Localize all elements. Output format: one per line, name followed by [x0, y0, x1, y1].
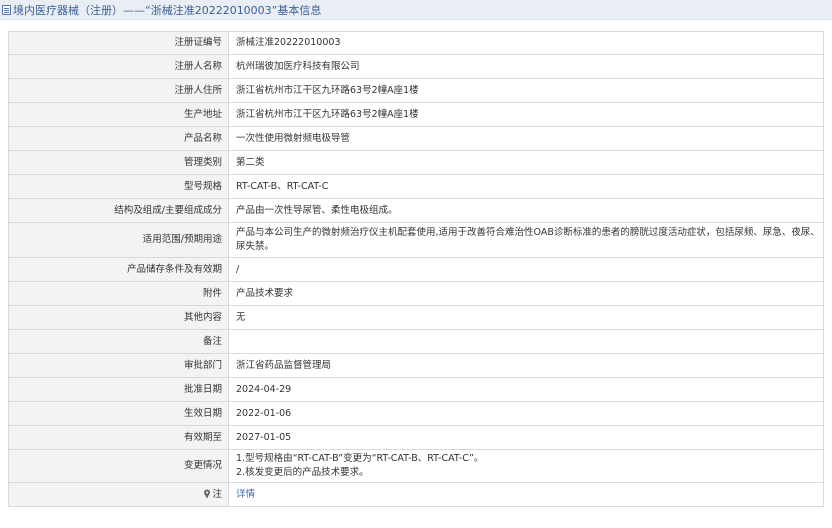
row-value	[228, 329, 824, 354]
table-row: 有效期至 2027-01-05	[8, 425, 824, 450]
row-value: 2024-04-29	[228, 377, 824, 402]
row-value: 一次性使用微射频电极导管	[228, 126, 824, 151]
row-value: 杭州瑞彼加医疗科技有限公司	[228, 54, 824, 79]
table-row: 注册人名称 杭州瑞彼加医疗科技有限公司	[8, 54, 824, 79]
row-label: 附件	[8, 281, 229, 306]
page-header: 境内医疗器械（注册）——“浙械注准20222010003”基本信息	[0, 0, 832, 20]
row-label: 其他内容	[8, 305, 229, 330]
table-row: 产品储存条件及有效期 /	[8, 257, 824, 282]
table-row: 备注	[8, 329, 824, 354]
row-value: 产品技术要求	[228, 281, 824, 306]
row-value: 浙江省杭州市江干区九环路63号2幢A座1楼	[228, 78, 824, 103]
row-value: 详情	[228, 482, 824, 507]
row-label: 注册证编号	[8, 31, 229, 55]
change-value: 1.型号规格由“RT-CAT-B”变更为“RT-CAT-B、RT-CAT-C”。…	[228, 449, 824, 483]
row-label: 变更情况	[8, 449, 229, 483]
row-value: 产品与本公司生产的微射频治疗仪主机配套使用,适用于改善符合难治性OAB诊断标准的…	[228, 222, 824, 258]
pin-icon	[204, 489, 211, 499]
row-label: 管理类别	[8, 150, 229, 175]
row-label: 结构及组成/主要组成成分	[8, 198, 229, 223]
row-value: 浙江省杭州市江干区九环路63号2幢A座1楼	[228, 102, 824, 127]
table-row: 审批部门 浙江省药品监督管理局	[8, 353, 824, 378]
table-row: 结构及组成/主要组成成分 产品由一次性导尿管、柔性电极组成。	[8, 198, 824, 223]
row-label: 审批部门	[8, 353, 229, 378]
table-row: 管理类别 第二类	[8, 150, 824, 175]
row-value: 产品由一次性导尿管、柔性电极组成。	[228, 198, 824, 223]
row-label: 生效日期	[8, 401, 229, 426]
note-label-cell: 注	[8, 482, 229, 507]
row-value: /	[228, 257, 824, 282]
change-line: 2.核发变更后的产品技术要求。	[236, 467, 369, 478]
row-label: 有效期至	[8, 425, 229, 450]
row-label: 生产地址	[8, 102, 229, 127]
table-row: 变更情况 1.型号规格由“RT-CAT-B”变更为“RT-CAT-B、RT-CA…	[8, 449, 824, 483]
table-row: 生产地址 浙江省杭州市江干区九环路63号2幢A座1楼	[8, 102, 824, 127]
row-value: 浙械注准20222010003	[228, 31, 824, 55]
change-line: 1.型号规格由“RT-CAT-B”变更为“RT-CAT-B、RT-CAT-C”。	[236, 453, 484, 464]
row-value: 第二类	[228, 150, 824, 175]
row-value: RT-CAT-B、RT-CAT-C	[228, 174, 824, 199]
row-value: 2027-01-05	[228, 425, 824, 450]
note-label: 注	[212, 488, 222, 500]
table-row: 注册证编号 浙械注准20222010003	[8, 31, 824, 55]
info-table: 注册证编号 浙械注准20222010003 注册人名称 杭州瑞彼加医疗科技有限公…	[8, 31, 824, 507]
table-row: 生效日期 2022-01-06	[8, 401, 824, 426]
row-value: 2022-01-06	[228, 401, 824, 426]
page-title: 境内医疗器械（注册）——“浙械注准20222010003”基本信息	[13, 3, 322, 17]
row-label: 注册人名称	[8, 54, 229, 79]
info-table-container: 注册证编号 浙械注准20222010003 注册人名称 杭州瑞彼加医疗科技有限公…	[8, 31, 824, 507]
row-label: 适用范围/预期用途	[8, 222, 229, 258]
row-label: 产品储存条件及有效期	[8, 257, 229, 282]
row-label: 注册人住所	[8, 78, 229, 103]
table-row: 附件 产品技术要求	[8, 281, 824, 306]
details-link[interactable]: 详情	[236, 489, 255, 500]
row-label: 型号规格	[8, 174, 229, 199]
row-label: 批准日期	[8, 377, 229, 402]
row-value: 无	[228, 305, 824, 330]
document-icon	[2, 4, 11, 15]
table-row: 注 详情	[8, 482, 824, 507]
table-row: 适用范围/预期用途 产品与本公司生产的微射频治疗仪主机配套使用,适用于改善符合难…	[8, 222, 824, 258]
table-row: 注册人住所 浙江省杭州市江干区九环路63号2幢A座1楼	[8, 78, 824, 103]
table-row: 产品名称 一次性使用微射频电极导管	[8, 126, 824, 151]
table-row: 批准日期 2024-04-29	[8, 377, 824, 402]
row-value: 浙江省药品监督管理局	[228, 353, 824, 378]
table-row: 其他内容 无	[8, 305, 824, 330]
row-label: 备注	[8, 329, 229, 354]
row-label: 产品名称	[8, 126, 229, 151]
table-row: 型号规格 RT-CAT-B、RT-CAT-C	[8, 174, 824, 199]
